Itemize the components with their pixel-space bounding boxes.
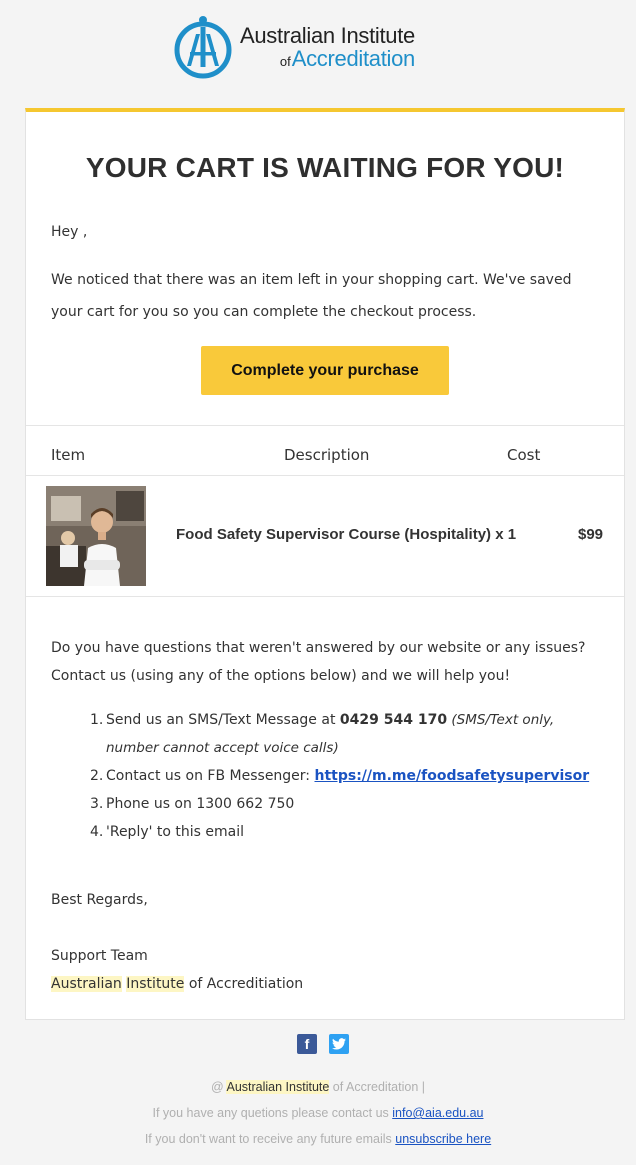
column-header-description: Description [284,446,370,464]
support-questions: Do you have questions that weren't answe… [51,640,586,684]
twitter-icon[interactable] [329,1034,349,1054]
column-header-cost: Cost [507,446,541,464]
contact-option-messenger: 2. Contact us on FB Messenger: https://m.… [90,768,590,784]
table-top-divider [26,425,624,426]
logo-line-1: Australian Institute [240,22,415,48]
aia-logo-icon [174,16,232,79]
logo-wordmark: Australian Institute of Accreditation [240,22,416,71]
twitter-bird-icon [332,1038,346,1050]
email-header: Australian Institute of Accreditation [0,0,636,108]
contact-options-list: 1. Send us an SMS/Text Message at 0429 54… [90,706,606,846]
intro-paragraph: We noticed that there was an item left i… [51,272,572,320]
sign-off: Best Regards, [51,892,148,908]
facebook-icon[interactable]: f [297,1034,317,1054]
messenger-link[interactable]: https://m.me/foodsafetysupervisor [314,768,589,784]
complete-purchase-button[interactable]: Complete your purchase [201,346,449,395]
product-description: Food Safety Supervisor Course (Hospitali… [176,526,517,543]
social-links: f [297,1034,349,1054]
signature-organization: Australian Institute of Accreditiation [51,976,304,992]
signature-team: Support Team [51,948,148,964]
footer-copyright: @ Australian Institute of Accreditation … [211,1080,425,1094]
greeting: Hey , [51,224,88,240]
unsubscribe-link[interactable]: unsubscribe here [395,1132,491,1146]
brand-logo[interactable]: Australian Institute of Accreditation [174,14,415,80]
table-bottom-divider [26,596,624,597]
email-title: YOUR CART IS WAITING FOR YOU! [85,152,565,183]
email-card: YOUR CART IS WAITING FOR YOU! Hey , We n… [25,108,625,1020]
product-photo-chef-icon [46,486,146,586]
footer-unsubscribe: If you don't want to receive any future … [144,1132,492,1146]
column-header-item: Item [51,446,86,464]
logo-line-2: Accreditation [291,45,416,71]
product-cost: $99 [578,526,604,543]
sms-number: 0429 544 170 [339,712,448,728]
product-photo[interactable] [46,486,146,586]
contact-option-reply: 4. 'Reply' to this email [90,824,245,840]
footer-email-link[interactable]: info@aia.edu.au [392,1106,483,1120]
contact-option-sms: 1. Send us an SMS/Text Message at 0429 54… [90,712,555,756]
footer-contact: If you have any quetions please contact … [152,1106,484,1120]
table-header-divider [26,475,624,476]
contact-option-phone: 3. Phone us on 1300 662 750 [90,796,295,812]
logo-of: of [279,53,291,69]
